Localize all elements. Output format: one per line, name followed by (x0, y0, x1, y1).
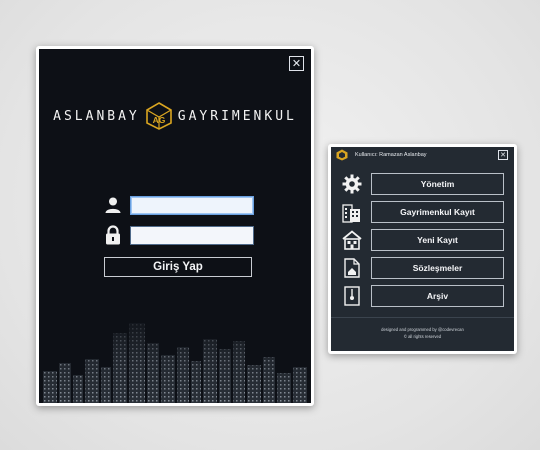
menu-item-gayrimenkul-kayit: Gayrimenkul Kayıt (339, 201, 504, 223)
login-window-frame: ✕ ASLANBAY AG GAYRIMENKUL Giriş Yap (36, 46, 314, 406)
brand-logo-letters: AG (152, 115, 165, 125)
copyright-text: © all rights reserved (403, 334, 442, 339)
arsiv-button[interactable]: Arşiv (371, 285, 504, 307)
login-window: ✕ ASLANBAY AG GAYRIMENKUL Giriş Yap (39, 49, 311, 403)
login-button[interactable]: Giriş Yap (104, 257, 252, 277)
buildings-icon (339, 201, 365, 223)
city-skyline-image (39, 319, 311, 403)
sozlesmeler-button[interactable]: Sözleşmeler (371, 257, 504, 279)
gayrimenkul-kayit-button[interactable]: Gayrimenkul Kayıt (371, 201, 504, 223)
brand-cube-icon (336, 149, 348, 161)
archive-icon (339, 285, 365, 307)
house-add-icon (339, 229, 365, 251)
menu-close-button[interactable]: ✕ (498, 150, 508, 160)
brand-name-left: ASLANBAY (53, 108, 140, 124)
yonetim-button[interactable]: Yönetim (371, 173, 504, 195)
logged-in-user-label: Kullanıcı: Ramazan Aslanbay (355, 152, 427, 158)
gear-icon (339, 173, 365, 195)
user-icon (103, 195, 123, 215)
brand-cube-icon: AG (145, 102, 172, 130)
menu-window-frame: Kullanıcı: Ramazan Aslanbay ✕ Yönetim Ga… (328, 144, 517, 354)
username-input[interactable] (130, 195, 254, 215)
lock-icon (103, 225, 123, 245)
menu-item-arsiv: Arşiv (339, 285, 504, 307)
menu-window: Kullanıcı: Ramazan Aslanbay ✕ Yönetim Ga… (331, 147, 514, 351)
credit-text: designed and programmed by @codevrecan (381, 327, 464, 332)
menu-titlebar: Kullanıcı: Ramazan Aslanbay (331, 147, 514, 163)
brand-logo: ASLANBAY AG GAYRIMENKUL (39, 101, 311, 131)
login-close-button[interactable]: ✕ (289, 56, 304, 71)
yeni-kayit-button[interactable]: Yeni Kayıt (371, 229, 504, 251)
menu-item-yonetim: Yönetim (339, 173, 504, 195)
footer-divider (331, 317, 514, 318)
menu-item-sozlesmeler: Sözleşmeler (339, 257, 504, 279)
document-icon (339, 257, 365, 279)
username-row (103, 195, 254, 215)
password-row (103, 225, 254, 245)
brand-name-right: GAYRIMENKUL (177, 108, 297, 124)
password-input[interactable] (130, 225, 254, 245)
menu-item-yeni-kayit: Yeni Kayıt (339, 229, 504, 251)
